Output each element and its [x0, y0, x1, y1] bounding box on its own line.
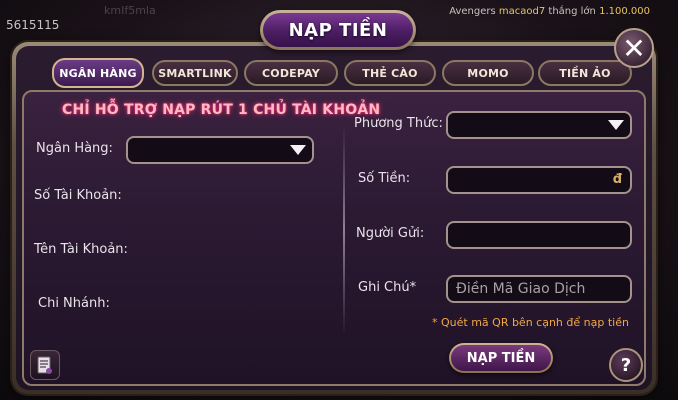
branch-label: Chi Nhánh: — [38, 296, 110, 311]
dialog-body — [16, 46, 652, 390]
close-button[interactable]: ✕ — [614, 28, 654, 68]
method-select[interactable] — [446, 111, 632, 139]
sender-input[interactable] — [446, 221, 632, 249]
qr-hint: * Quét mã QR bên cạnh để nạp tiền — [432, 316, 629, 329]
bank-label: Ngân Hàng: — [36, 141, 113, 156]
chevron-down-icon — [290, 145, 306, 155]
tab-crypto[interactable]: TIỀN ẢO — [538, 60, 632, 86]
amount-input[interactable]: đ — [446, 166, 632, 194]
dialog-title-badge: NẠP TIỀN — [260, 10, 416, 50]
chevron-down-icon — [608, 120, 624, 130]
account-name-label: Tên Tài Khoản: — [34, 242, 128, 257]
tab-codepay[interactable]: CODEPAY — [244, 60, 338, 86]
tab-smartlink[interactable]: SMARTLINK — [152, 60, 238, 86]
deposit-method-tabs: NGÂN HÀNG SMARTLINK CODEPAY THẺ CÀO MOMO… — [52, 58, 652, 88]
winner-amount: 1.100.000 — [599, 6, 650, 17]
background-faint-text: kmIf5mla — [104, 4, 156, 17]
submit-label: NẠP TIỀN — [451, 345, 551, 371]
dialog-title: NẠP TIỀN — [263, 13, 413, 47]
help-icon: ? — [620, 354, 632, 376]
deposit-dialog — [12, 42, 656, 394]
tab-bank[interactable]: NGÂN HÀNG — [52, 58, 144, 88]
note-placeholder: Điền Mã Giao Dịch — [456, 281, 586, 297]
currency-unit: đ — [612, 172, 622, 187]
method-label: Phương Thức: — [354, 116, 443, 131]
winner-user: macaod7 — [498, 6, 546, 17]
amount-label: Số Tiền: — [358, 171, 411, 186]
single-account-notice: CHỈ HỖ TRỢ NẠP RÚT 1 CHỦ TÀI KHOẢN — [62, 102, 381, 118]
submit-deposit-button[interactable]: NẠP TIỀN — [449, 343, 553, 373]
sender-label: Người Gửi: — [356, 226, 425, 241]
history-button[interactable] — [30, 350, 60, 380]
document-icon — [37, 356, 52, 374]
help-button[interactable]: ? — [609, 348, 643, 382]
note-label: Ghi Chú* — [358, 280, 417, 295]
winner-group: Avengers — [449, 6, 496, 17]
jackpot-counter: 5615115 — [6, 18, 60, 32]
bank-select[interactable] — [126, 136, 314, 164]
tab-momo[interactable]: MOMO — [442, 60, 534, 86]
transaction-code-input[interactable]: Điền Mã Giao Dịch — [446, 275, 632, 303]
account-number-label: Số Tài Khoản: — [34, 188, 122, 203]
tab-scratch-card[interactable]: THẺ CÀO — [344, 60, 436, 86]
column-divider — [343, 126, 345, 336]
winner-label: thắng lớn — [548, 6, 596, 17]
close-icon: ✕ — [622, 31, 646, 65]
winner-ticker: Avengers macaod7 thắng lớn 1.100.000 — [449, 6, 650, 17]
